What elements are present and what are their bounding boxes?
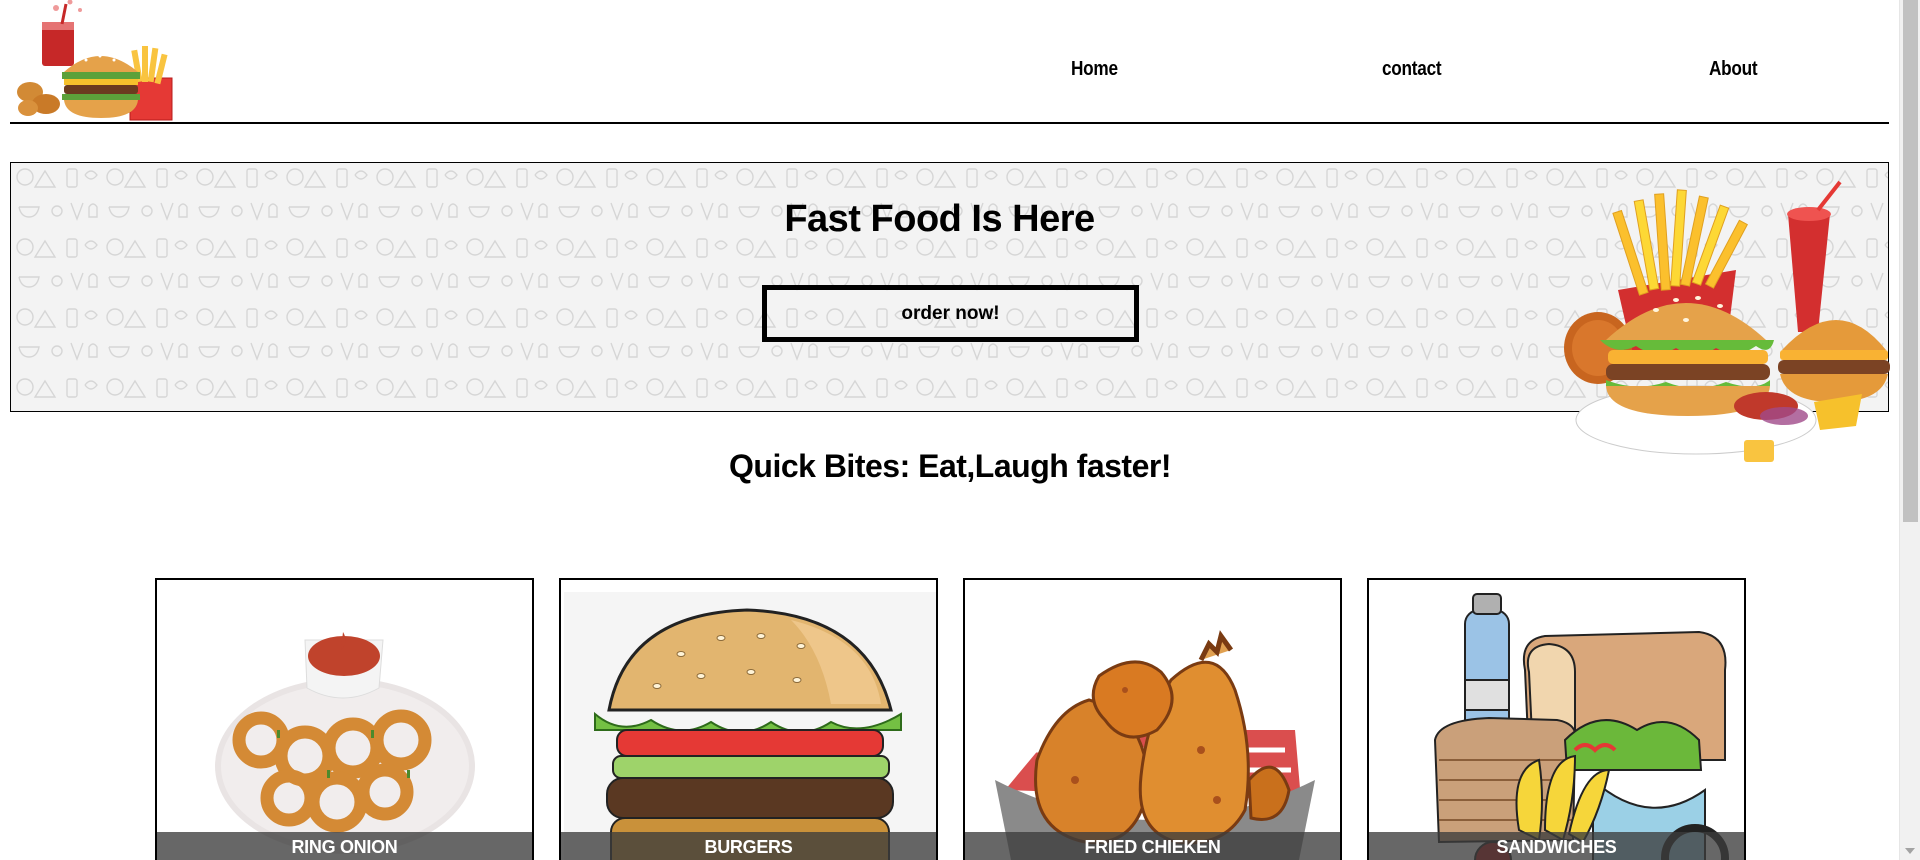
order-now-button[interactable]: order now! <box>762 285 1139 342</box>
card-label: BURGERS <box>561 832 936 860</box>
card-label: SANDWICHES <box>1369 832 1744 860</box>
sandwiches-image <box>1433 593 1729 860</box>
scroll-down-arrow-icon[interactable] <box>1905 848 1915 854</box>
card-label: RING ONION <box>157 832 532 860</box>
fast-food-logo[interactable] <box>10 0 180 122</box>
nav-link-about[interactable]: About <box>1709 58 1758 81</box>
vertical-scrollbar[interactable] <box>1899 0 1920 860</box>
scrollbar-thumb[interactable] <box>1903 0 1918 522</box>
fast-food-combo-image <box>1564 180 1890 462</box>
page: Home contact About Fast Food Is Here ord… <box>0 0 1920 860</box>
onion-rings-image <box>215 632 475 854</box>
menu-card-sandwiches[interactable]: SANDWICHES <box>1367 578 1746 860</box>
fried-chicken-image <box>995 630 1315 860</box>
nav-link-contact[interactable]: contact <box>1382 58 1442 81</box>
menu-card-ring-onion[interactable]: RING ONION <box>155 578 534 860</box>
menu-card-burgers[interactable]: BURGERS <box>559 578 938 860</box>
card-label: FRIED CHIEKEN <box>965 832 1340 860</box>
menu-card-fried-chicken[interactable]: FRIED CHIEKEN <box>963 578 1342 860</box>
nav-link-home[interactable]: Home <box>1071 58 1118 81</box>
site-header: Home contact About <box>10 0 1889 124</box>
burger-image <box>564 592 936 860</box>
